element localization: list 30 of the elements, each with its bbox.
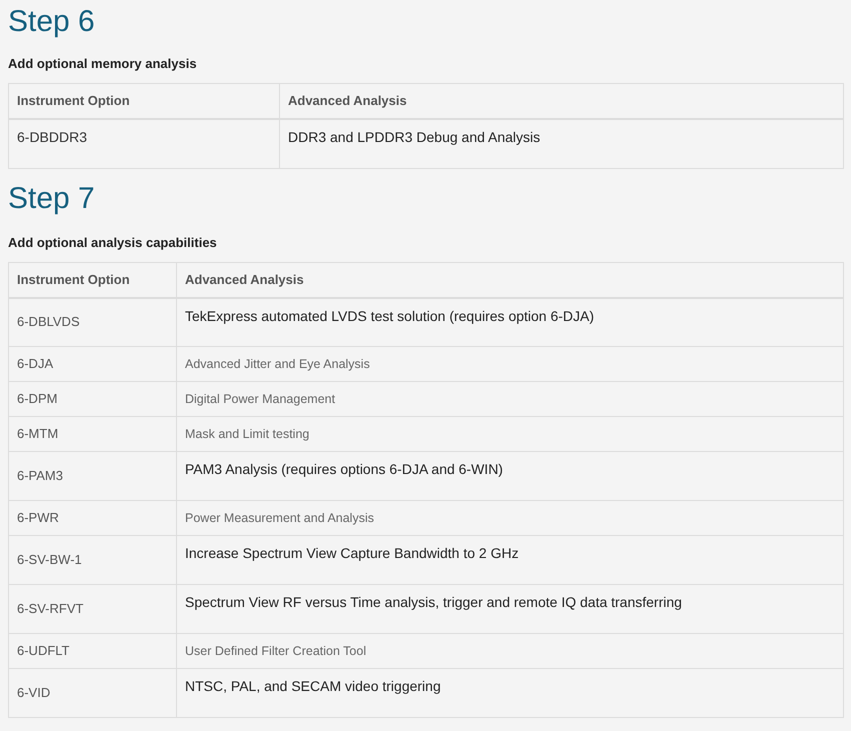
step-heading: Step 6	[8, 4, 96, 40]
table-cell: 6-VID	[8, 668, 176, 718]
section-subtitle: Add optional memory analysis	[8, 56, 198, 72]
table-cell: Spectrum View RF versus Time analysis, trigger and remote IQ data transferring	[176, 584, 844, 634]
column-header: Instrument Option	[8, 84, 280, 119]
column-header: Advanced Analysis	[280, 84, 844, 119]
table-cell: 6-MTM	[8, 416, 176, 452]
table-cell: User Defined Filter Creation Tool	[176, 634, 844, 668]
column-header: Instrument Option	[8, 262, 176, 298]
table-cell: 6-DBDDR3	[8, 119, 280, 168]
table-cell: 6-PWR	[8, 500, 176, 536]
table-cell: NTSC, PAL, and SECAM video triggering	[176, 668, 844, 718]
step-heading: Step 7	[8, 180, 96, 216]
table-cell: Mask and Limit testing	[176, 416, 844, 452]
table-cell: Digital Power Management	[176, 382, 844, 416]
table-cell: DDR3 and LPDDR3 Debug and Analysis	[280, 119, 844, 168]
table-cell: TekExpress automated LVDS test solution (requires option 6-DJA)	[176, 298, 844, 346]
table-cell: 6-DPM	[8, 382, 176, 416]
table-cell: 6-UDFLT	[8, 634, 176, 668]
table-cell: Advanced Jitter and Eye Analysis	[176, 346, 844, 382]
table-cell: 6-SV-RFVT	[8, 584, 176, 634]
table-cell: 6-DBLVDS	[8, 298, 176, 346]
table-cell: PAM3 Analysis (requires options 6-DJA and 6-WIN)	[176, 452, 844, 500]
table-cell: Increase Spectrum View Capture Bandwidth to 2 GHz	[176, 536, 844, 584]
column-header: Advanced Analysis	[176, 262, 844, 298]
table-cell: 6-PAM3	[8, 452, 176, 500]
table-cell: 6-SV-BW-1	[8, 536, 176, 584]
section-subtitle: Add optional analysis capabilities	[8, 234, 218, 250]
table-cell: Power Measurement and Analysis	[176, 500, 844, 536]
table-cell: 6-DJA	[8, 346, 176, 382]
